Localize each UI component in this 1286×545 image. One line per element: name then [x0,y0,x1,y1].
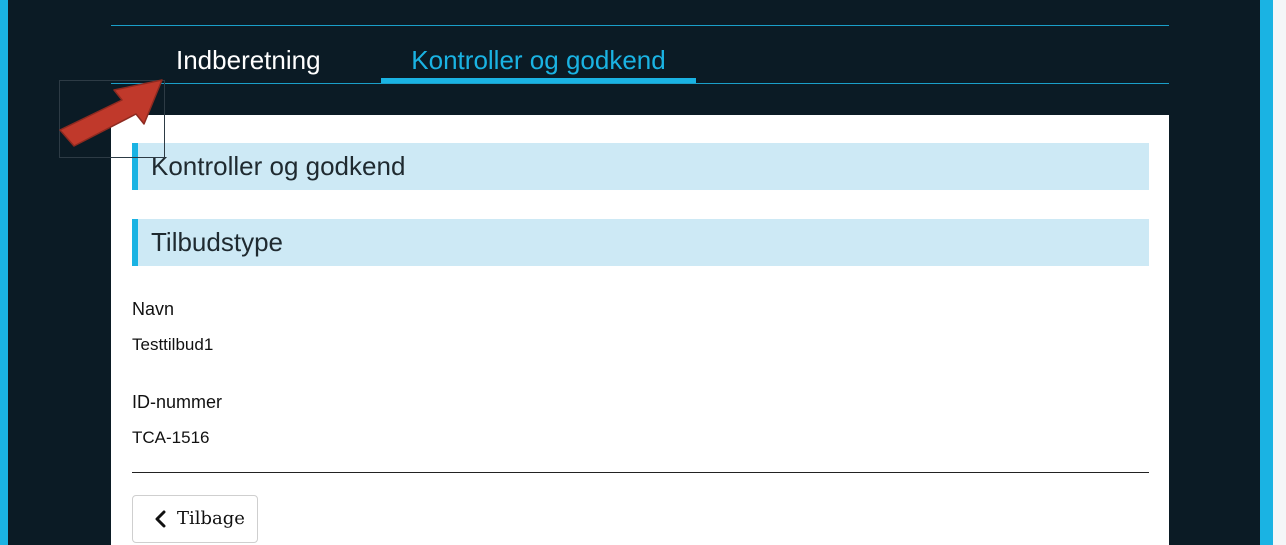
screenshot-frame: Indberetning Kontroller og godkend Kontr… [0,0,1286,545]
name-label: Navn [132,299,175,319]
back-button[interactable]: Tilbage [132,495,258,543]
id-number-label: ID-nummer [132,392,223,412]
tab-kontroller-og-godkend[interactable]: Kontroller og godkend [381,40,696,82]
section-title: Tilbudstype [151,227,283,257]
content-panel: Kontroller og godkend Tilbudstype Navn T… [111,115,1169,545]
section-header-tilbudstype: Tilbudstype [132,219,1149,266]
chevron-left-icon [155,510,166,528]
top-divider-line [111,25,1169,26]
right-accent-strip [1260,0,1273,545]
section-title: Kontroller og godkend [151,151,406,181]
tab-indberetning[interactable]: Indberetning [176,40,321,82]
left-accent-strip [0,0,8,545]
right-margin [1273,0,1286,545]
content-divider [132,472,1149,473]
tab-bar-divider [111,83,1169,84]
id-number-value: TCA-1516 [132,428,210,447]
name-value: Testtilbud1 [132,335,214,354]
arrow-pointer-icon [59,79,163,147]
section-header-kontroller: Kontroller og godkend [132,143,1149,190]
back-button-label: Tilbage [177,508,245,529]
